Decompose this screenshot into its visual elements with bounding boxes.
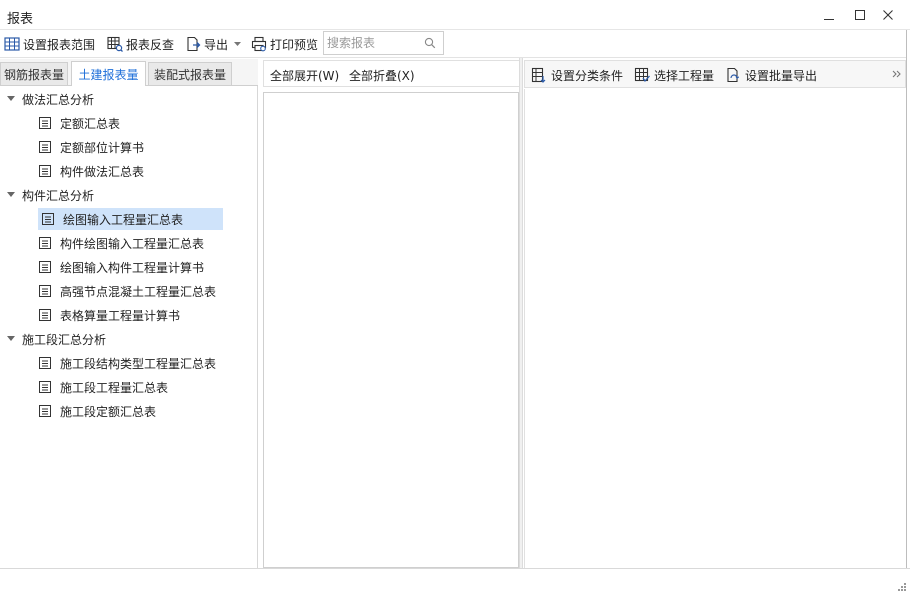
report-doc-icon bbox=[39, 237, 51, 249]
tree-item-label: 表格算量工程量计算书 bbox=[60, 308, 181, 323]
tree-item-stage-structure-type-summary[interactable]: 施工段结构类型工程量汇总表 bbox=[38, 352, 222, 374]
chevron-double-right-icon[interactable] bbox=[891, 66, 903, 82]
right-edge-strip bbox=[906, 30, 910, 568]
export-button[interactable]: 导出 bbox=[184, 34, 242, 54]
tab-rebar-report[interactable]: 钢筋报表量 bbox=[0, 62, 68, 85]
table-select-icon bbox=[634, 67, 650, 83]
tree-item-label: 高强节点混凝土工程量汇总表 bbox=[60, 284, 217, 299]
tree-item-label: 绘图输入工程量汇总表 bbox=[63, 212, 184, 227]
panel-splitter[interactable] bbox=[519, 58, 523, 568]
chevron-down-icon[interactable] bbox=[234, 41, 242, 47]
tree-group-method-summary[interactable]: 做法汇总分析 bbox=[6, 88, 94, 110]
collapse-all-button[interactable]: 全部折叠(X) bbox=[349, 67, 415, 84]
report-reverse-check-label: 报表反查 bbox=[126, 37, 175, 52]
category-settings-icon bbox=[531, 67, 547, 83]
status-bar bbox=[0, 568, 910, 595]
tree-item-drawing-input-quantity-summary[interactable]: 绘图输入工程量汇总表 bbox=[38, 208, 223, 230]
tree-item-high-strength-joint-concrete[interactable]: 高强节点混凝土工程量汇总表 bbox=[38, 280, 222, 302]
tree-item-stage-quota-summary[interactable]: 施工段定额汇总表 bbox=[38, 400, 162, 422]
resize-grip-icon[interactable] bbox=[897, 582, 907, 592]
tree-item-quota-location-calc[interactable]: 定额部位计算书 bbox=[38, 136, 150, 158]
print-preview-label: 打印预览 bbox=[270, 37, 319, 52]
report-category-tabs: 钢筋报表量 土建报表量 装配式报表量 bbox=[0, 59, 258, 86]
set-report-range-label: 设置报表范围 bbox=[23, 37, 96, 52]
report-doc-icon bbox=[39, 405, 51, 417]
report-doc-icon bbox=[39, 357, 51, 369]
expand-all-button[interactable]: 全部展开(W) bbox=[270, 67, 339, 84]
report-doc-icon bbox=[39, 285, 51, 297]
report-doc-icon bbox=[39, 141, 51, 153]
report-toolbar: 设置分类条件 选择工程量 设置批量导出 bbox=[524, 60, 906, 88]
tree-item-label: 定额汇总表 bbox=[60, 116, 121, 131]
window-title: 报表 bbox=[7, 12, 34, 27]
set-report-range-button[interactable]: 设置报表范围 bbox=[3, 34, 95, 54]
printer-icon bbox=[250, 36, 267, 53]
search-box bbox=[323, 31, 444, 55]
tree-item-label: 定额部位计算书 bbox=[60, 140, 145, 155]
tree-group-label: 施工段汇总分析 bbox=[22, 332, 107, 347]
tree-group-component-summary[interactable]: 构件汇总分析 bbox=[6, 184, 94, 206]
tree-item-stage-quantity-summary[interactable]: 施工段工程量汇总表 bbox=[38, 376, 174, 398]
tree-item-component-method-summary[interactable]: 构件做法汇总表 bbox=[38, 160, 150, 182]
report-doc-icon bbox=[39, 309, 51, 321]
expand-arrow-icon[interactable] bbox=[6, 190, 16, 200]
minimize-icon[interactable] bbox=[820, 6, 838, 24]
report-doc-icon bbox=[39, 165, 51, 177]
set-category-label: 设置分类条件 bbox=[551, 68, 624, 83]
middle-toolbar: 全部展开(W) 全部折叠(X) bbox=[263, 60, 519, 87]
tree-item-label: 构件绘图输入工程量汇总表 bbox=[60, 236, 205, 251]
tree-item-label: 构件做法汇总表 bbox=[60, 164, 145, 179]
report-reverse-check-button[interactable]: 报表反查 bbox=[106, 34, 174, 54]
report-tree-panel: 钢筋报表量 土建报表量 装配式报表量 做法汇总分析 定额汇总表 定额部位计算书 … bbox=[0, 59, 258, 568]
tree-item-table-quantity-calc[interactable]: 表格算量工程量计算书 bbox=[38, 304, 186, 326]
tree-group-label: 做法汇总分析 bbox=[22, 92, 95, 107]
report-doc-icon bbox=[39, 261, 51, 273]
category-tree-box[interactable] bbox=[263, 92, 519, 568]
maximize-icon[interactable] bbox=[851, 6, 869, 24]
tab-prefab-report[interactable]: 装配式报表量 bbox=[148, 62, 232, 85]
tree-item-label: 施工段结构类型工程量汇总表 bbox=[60, 356, 217, 371]
set-category-button[interactable]: 设置分类条件 bbox=[531, 66, 623, 84]
table-search-icon bbox=[106, 36, 123, 53]
tree-item-quota-summary[interactable]: 定额汇总表 bbox=[38, 112, 126, 134]
close-icon[interactable] bbox=[879, 6, 897, 24]
title-bar: 报表 bbox=[0, 0, 910, 30]
select-quantity-button[interactable]: 选择工程量 bbox=[634, 66, 714, 84]
tab-civil-report[interactable]: 土建报表量 bbox=[71, 61, 146, 86]
batch-export-button[interactable]: 设置批量导出 bbox=[725, 66, 817, 84]
tree-item-drawing-input-component-calc[interactable]: 绘图输入构件工程量计算书 bbox=[38, 256, 210, 278]
tree-item-component-drawing-input-summary[interactable]: 构件绘图输入工程量汇总表 bbox=[38, 232, 210, 254]
tree-item-label: 施工段定额汇总表 bbox=[60, 404, 157, 419]
tree-item-label: 施工段工程量汇总表 bbox=[60, 380, 169, 395]
report-doc-icon bbox=[39, 117, 51, 129]
batch-export-icon bbox=[725, 67, 741, 83]
report-content-area[interactable] bbox=[524, 89, 906, 568]
report-doc-icon bbox=[42, 213, 54, 225]
tree-group-label: 构件汇总分析 bbox=[22, 188, 95, 203]
select-quantity-label: 选择工程量 bbox=[654, 68, 715, 83]
export-label: 导出 bbox=[204, 37, 229, 52]
search-icon[interactable] bbox=[424, 37, 436, 52]
print-preview-button[interactable]: 打印预览 bbox=[250, 34, 318, 54]
search-input[interactable] bbox=[327, 33, 423, 53]
tree-item-label: 绘图输入构件工程量计算书 bbox=[60, 260, 205, 275]
expand-arrow-icon[interactable] bbox=[6, 94, 16, 104]
export-icon bbox=[184, 36, 201, 53]
expand-arrow-icon[interactable] bbox=[6, 334, 16, 344]
batch-export-label: 设置批量导出 bbox=[745, 68, 818, 83]
tree-group-construction-stage-summary[interactable]: 施工段汇总分析 bbox=[6, 328, 106, 350]
report-doc-icon bbox=[39, 381, 51, 393]
toolbar: 设置报表范围 报表反查 导出 打印预览 bbox=[0, 30, 910, 58]
grid-settings-icon bbox=[3, 36, 20, 53]
